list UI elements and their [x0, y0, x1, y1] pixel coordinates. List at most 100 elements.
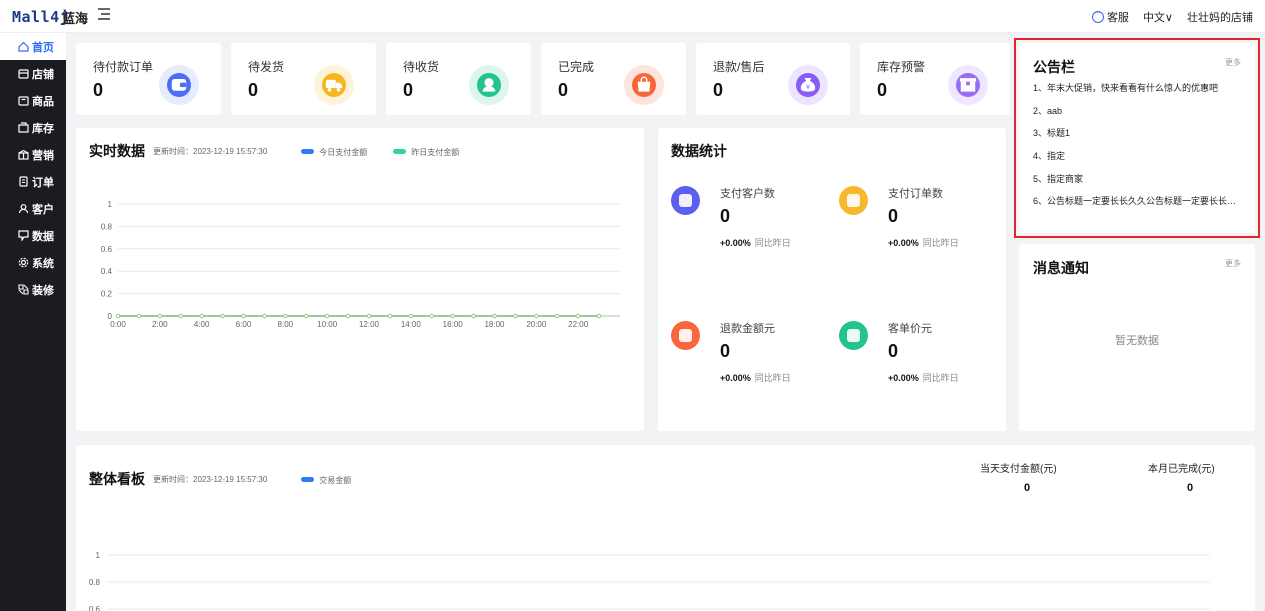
sidebar-item-3[interactable]: 库存 [0, 114, 66, 141]
notice-item[interactable]: 1、年末大促销，快来看看有什么惊人的优惠吧 [1033, 77, 1243, 100]
sidebar-item-5[interactable]: 订单 [0, 168, 66, 195]
sidebar-item-0[interactable]: 首页 [0, 33, 66, 60]
x-tick-label: 8:00 [278, 320, 294, 329]
overview-board-panel: 整体看板 更新时间：2023-12-19 15:57:30 交易金额 当天支付金… [76, 445, 1255, 611]
stat-value: 0 [403, 80, 414, 100]
data-stat-value: 0 [888, 206, 899, 226]
stat-value: 0 [248, 80, 259, 100]
data-point[interactable] [304, 313, 309, 319]
data-point[interactable] [555, 313, 560, 319]
sidebar-item-9[interactable]: 装修 [0, 276, 66, 303]
y-tick-label: 1 [108, 200, 113, 209]
stat-card-4[interactable]: 退款/售后 0 ¥ [696, 43, 850, 115]
x-tick-label: 0:00 [110, 320, 126, 329]
data-point[interactable] [283, 313, 288, 319]
stat-card-2[interactable]: 待收货 0 [386, 43, 531, 115]
sidebar-item-label: 库存 [32, 122, 54, 135]
data-point[interactable] [345, 313, 351, 319]
data-stat-value: 0 [720, 341, 731, 361]
refund-icon [671, 321, 700, 350]
data-point[interactable] [450, 313, 455, 319]
data-stat-rate: +0.00% 同比昨日 [720, 238, 791, 248]
notice-item[interactable]: 4、指定 [1033, 145, 1243, 168]
data-point[interactable] [178, 313, 183, 319]
notice-item[interactable]: 2、aab [1033, 100, 1243, 123]
data-point[interactable] [199, 313, 204, 319]
realtime-line-chart[interactable]: 00.20.40.60.810:00 2:00 4:00 6:00 8:00 10:00 1… [76, 128, 644, 431]
data-point[interactable] [429, 313, 434, 319]
sidebar-item-label: 店铺 [32, 68, 54, 81]
data-point[interactable] [262, 313, 267, 319]
data-point[interactable] [596, 313, 602, 319]
data-point[interactable] [136, 313, 142, 319]
x-tick-label: 14:00 [401, 320, 422, 329]
top-bar: Mall4j 蓝海 客服 中文∨ 壮壮妈的店铺 [0, 0, 1265, 33]
notice-more-link[interactable]: 更多 [1225, 57, 1241, 68]
data-point[interactable] [324, 313, 330, 319]
sidebar-item-6[interactable]: 客户 [0, 195, 66, 222]
data-stat-rate: +0.00% 同比昨日 [720, 373, 791, 383]
notice-list: 1、年末大促销，快来看看有什么惊人的优惠吧 2、aab 3、标题1 4、指定 5、指定商… [1033, 77, 1243, 213]
x-tick-label: 20:00 [526, 320, 547, 329]
sidebar-item-1[interactable]: 店铺 [0, 60, 66, 87]
overview-line-chart[interactable]: 1 0.8 0.6 [76, 445, 1255, 611]
data-point[interactable] [513, 313, 518, 319]
data-point[interactable] [366, 313, 372, 319]
data-point[interactable] [387, 313, 393, 319]
logo[interactable]: Mall4j [12, 8, 69, 26]
notice-item[interactable]: 6、公告标题一定要长长久久公告标题一定要长长久久 [1033, 190, 1243, 213]
notice-item[interactable]: 5、指定商家 [1033, 168, 1243, 191]
data-stat-label: 支付客户数 [720, 188, 775, 200]
gift-icon [18, 149, 29, 160]
data-point[interactable] [115, 313, 121, 319]
stat-title: 待收货 [403, 60, 440, 74]
sidebar-item-2[interactable]: 商品 [0, 87, 66, 114]
sidebar-item-8[interactable]: 系统 [0, 249, 66, 276]
stat-card-1[interactable]: 待发货 0 [231, 43, 376, 115]
gear-icon [18, 257, 29, 268]
y-tick-label: 0.8 [101, 222, 113, 231]
data-point[interactable] [408, 313, 414, 319]
sidebar-item-7[interactable]: 数据 [0, 222, 66, 249]
shop-mode-label: 蓝海 [62, 11, 89, 26]
bag-icon [624, 65, 664, 105]
x-tick-label: 12:00 [359, 320, 380, 329]
data-stat-label: 退款金额元 [720, 323, 775, 335]
stat-value: 0 [877, 80, 888, 100]
stat-card-5[interactable]: 库存预警 0 [860, 43, 1010, 115]
sidebar-item-4[interactable]: 营销 [0, 141, 66, 168]
data-stat-value: 0 [888, 341, 899, 361]
data-stat-item-1: 支付订单数 0 +0.00% 同比昨日 [839, 183, 999, 263]
sidebar-item-label: 营销 [32, 149, 54, 162]
message-more-link[interactable]: 更多 [1225, 258, 1241, 269]
data-point[interactable] [241, 313, 246, 319]
notice-item[interactable]: 3、标题1 [1033, 122, 1243, 145]
decor-icon [18, 284, 29, 295]
shop-name-menu[interactable]: 壮壮妈的店铺 [1187, 9, 1253, 25]
document-icon [839, 186, 868, 215]
data-stat-item-2: 退款金额元 0 +0.00% 同比昨日 [671, 318, 831, 398]
sidebar-item-label: 客户 [32, 203, 54, 216]
data-stat-rate: +0.00% 同比昨日 [888, 238, 959, 248]
data-point[interactable] [220, 313, 225, 319]
data-stat-value: 0 [720, 206, 731, 226]
data-point[interactable] [492, 313, 497, 319]
menu-toggle-icon[interactable] [97, 7, 111, 21]
x-tick-label: 6:00 [236, 320, 252, 329]
user-icon [671, 186, 700, 215]
data-point[interactable] [575, 313, 581, 319]
stat-value: 0 [93, 80, 104, 100]
stat-title: 库存预警 [877, 60, 926, 74]
data-point[interactable] [157, 313, 163, 319]
language-dropdown[interactable]: 中文∨ [1143, 9, 1173, 25]
sidebar-item-label: 商品 [32, 95, 54, 108]
stat-card-0[interactable]: 待付款订单 0 [76, 43, 221, 115]
stat-title: 待付款订单 [93, 60, 154, 74]
box-icon [948, 65, 988, 105]
x-tick-label: 18:00 [484, 320, 505, 329]
stat-card-3[interactable]: 已完成 0 [541, 43, 686, 115]
data-point[interactable] [471, 313, 476, 319]
data-point[interactable] [534, 313, 539, 319]
realtime-data-panel: 实时数据 更新时间：2023-12-19 15:57:30 今日支付金额 昨日支… [76, 128, 644, 431]
customer-service-button[interactable]: 客服 [1091, 7, 1129, 25]
